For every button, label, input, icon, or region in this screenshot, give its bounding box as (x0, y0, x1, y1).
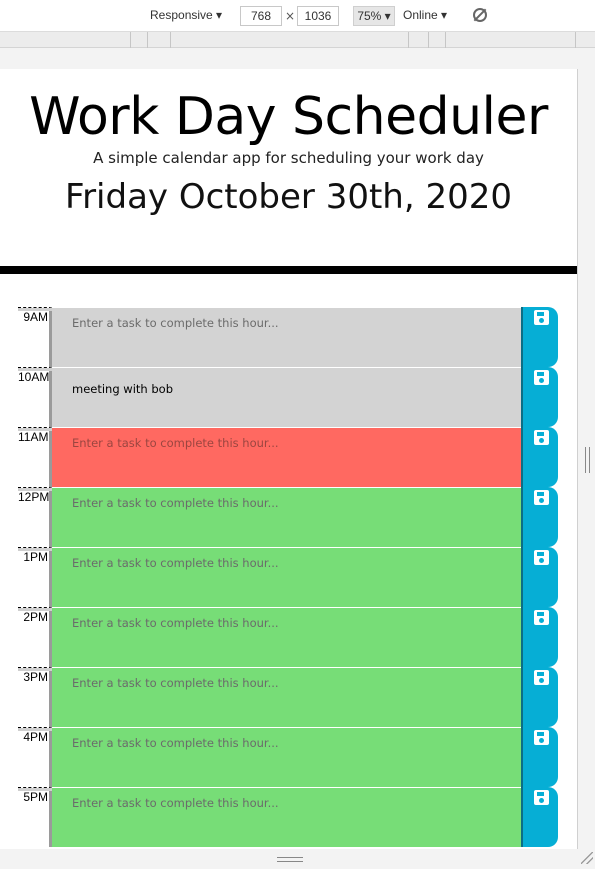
task-description-input[interactable]: Enter a task to complete this hour... (52, 607, 521, 667)
task-placeholder: Enter a task to complete this hour... (72, 616, 279, 630)
save-button[interactable] (521, 367, 558, 427)
page-header: Work Day Scheduler A simple calendar app… (0, 69, 577, 274)
time-block-row: 5PM Enter a task to complete this hour... (18, 787, 558, 847)
page-viewport: Work Day Scheduler A simple calendar app… (0, 69, 578, 849)
media-query-ruler (0, 32, 595, 48)
page-subtitle: A simple calendar app for scheduling you… (93, 149, 484, 167)
floppy-disk-icon (534, 490, 549, 505)
resize-handle-bottom[interactable] (277, 857, 303, 862)
time-block-row: 4PM Enter a task to complete this hour... (18, 727, 558, 787)
task-description-input[interactable]: Enter a task to complete this hour... (52, 427, 521, 487)
task-description-input[interactable]: Enter a task to complete this hour... (52, 727, 521, 787)
task-placeholder: Enter a task to complete this hour... (72, 556, 279, 570)
task-description-input[interactable]: Enter a task to complete this hour... (52, 487, 521, 547)
task-description-input[interactable]: Enter a task to complete this hour... (52, 547, 521, 607)
floppy-disk-icon (534, 550, 549, 565)
time-block-row: 12PM Enter a task to complete this hour..… (18, 487, 558, 547)
viewport-height-input[interactable]: 1036 (297, 6, 339, 26)
task-description-input[interactable]: Enter a task to complete this hour... (52, 307, 521, 367)
save-button[interactable] (521, 607, 558, 667)
zoom-select[interactable]: 75% ▾ (353, 6, 395, 26)
network-throttle-select[interactable]: Online ▾ (403, 8, 447, 22)
hour-label: 11AM (18, 427, 52, 487)
floppy-disk-icon (534, 430, 549, 445)
time-block-row: 11AM Enter a task to complete this hour..… (18, 427, 558, 487)
hour-label: 5PM (18, 787, 52, 847)
hour-label: 4PM (18, 727, 52, 787)
device-select[interactable]: Responsive ▾ (150, 8, 222, 22)
time-block-row: 10AM meeting with bob (18, 367, 558, 427)
current-day: Friday October 30th, 2020 (64, 177, 512, 217)
save-button[interactable] (521, 787, 558, 847)
page-title: Work Day Scheduler (29, 87, 548, 147)
save-button[interactable] (521, 307, 558, 367)
task-placeholder: Enter a task to complete this hour... (72, 796, 279, 810)
floppy-disk-icon (534, 670, 549, 685)
task-placeholder: Enter a task to complete this hour... (72, 496, 279, 510)
rotate-icon[interactable] (473, 8, 487, 22)
schedule-container: 9AM Enter a task to complete this hour...… (18, 307, 558, 847)
hour-label: 10AM (18, 367, 52, 427)
task-text: meeting with bob (72, 382, 173, 396)
task-placeholder: Enter a task to complete this hour... (72, 736, 279, 750)
save-button[interactable] (521, 727, 558, 787)
floppy-disk-icon (534, 370, 549, 385)
floppy-disk-icon (534, 790, 549, 805)
hour-label: 9AM (18, 307, 52, 367)
task-placeholder: Enter a task to complete this hour... (72, 316, 279, 330)
time-block-row: 9AM Enter a task to complete this hour... (18, 307, 558, 367)
time-block-row: 1PM Enter a task to complete this hour... (18, 547, 558, 607)
floppy-disk-icon (534, 610, 549, 625)
save-button[interactable] (521, 487, 558, 547)
task-description-input[interactable]: Enter a task to complete this hour... (52, 667, 521, 727)
floppy-disk-icon (534, 730, 549, 745)
dimension-separator: × (285, 9, 296, 23)
hour-label: 2PM (18, 607, 52, 667)
save-button[interactable] (521, 427, 558, 487)
time-block-row: 2PM Enter a task to complete this hour... (18, 607, 558, 667)
resize-handle-corner[interactable] (581, 852, 593, 864)
save-button[interactable] (521, 547, 558, 607)
hour-label: 3PM (18, 667, 52, 727)
task-description-input[interactable]: Enter a task to complete this hour... (52, 787, 521, 847)
viewport-width-input[interactable]: 768 (240, 6, 282, 26)
hour-label: 12PM (18, 487, 52, 547)
floppy-disk-icon (534, 310, 549, 325)
task-description-input[interactable]: meeting with bob (52, 367, 521, 427)
task-placeholder: Enter a task to complete this hour... (72, 676, 279, 690)
resize-handle-right[interactable] (585, 447, 590, 473)
time-block-row: 3PM Enter a task to complete this hour... (18, 667, 558, 727)
task-placeholder: Enter a task to complete this hour... (72, 436, 279, 450)
hour-label: 1PM (18, 547, 52, 607)
devtools-toolbar: Responsive ▾ 768 × 1036 75% ▾ Online ▾ (0, 0, 595, 32)
save-button[interactable] (521, 667, 558, 727)
